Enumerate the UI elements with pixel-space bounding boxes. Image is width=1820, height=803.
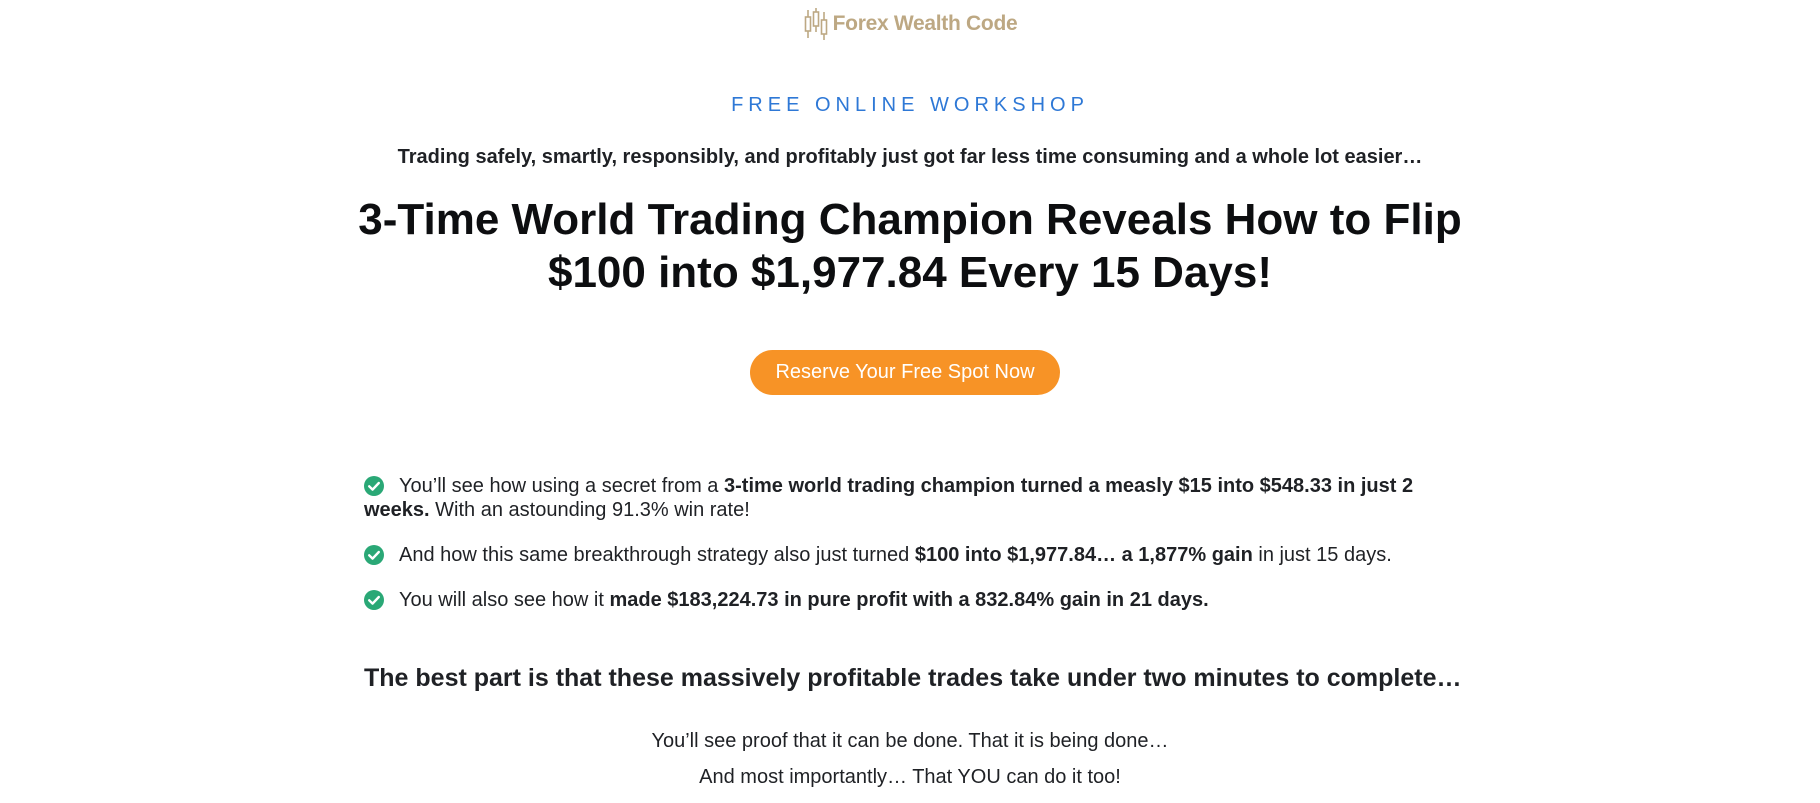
landing-page: Forex Wealth Code FREE ONLINE WORKSHOP T… [0,0,1820,803]
benefit-highlight: made $183,224.73 in pure profit with a 8… [609,589,1209,611]
check-circle-icon [364,545,384,571]
workshop-kicker: FREE ONLINE WORKSHOP [731,94,1089,116]
benefit-highlight: $100 into $1,977.84… a 1,877% gain [914,544,1253,566]
page-headline: 3-Time World Trading Champion Reveals Ho… [340,193,1480,299]
benefit-text: You’ll see how using a secret from a [399,475,724,497]
reserve-spot-button[interactable]: Reserve Your Free Spot Now [750,350,1060,395]
candlestick-logo-icon [803,8,829,40]
benefit-item: You’ll see how using a secret from a 3-t… [364,474,1454,522]
best-part-heading: The best part is that these massively pr… [364,664,1462,692]
check-circle-icon [364,590,384,616]
benefit-text: With an astounding 91.3% win rate! [429,499,750,521]
subheadline: Trading safely, smartly, responsibly, an… [397,146,1423,168]
benefit-text: in just 15 days. [1252,544,1392,566]
benefit-text: And how this same breakthrough strategy … [399,544,915,566]
headline-line-1: 3-Time World Trading Champion Reveals Ho… [358,195,1462,244]
check-circle-icon [364,476,384,502]
proof-line-1: You’ll see proof that it can be done. Th… [651,730,1169,752]
benefit-list: You’ll see how using a secret from a 3-t… [364,474,1454,633]
brand-name: Forex Wealth Code [832,12,1018,35]
brand-logo[interactable]: Forex Wealth Code [0,8,1820,40]
proof-line-2: And most importantly… That YOU can do it… [699,766,1121,788]
headline-line-2: $100 into $1,977.84 Every 15 Days! [547,248,1273,297]
benefit-item: And how this same breakthrough strategy … [364,543,1454,567]
benefit-item: You will also see how it made $183,224.7… [364,588,1454,612]
benefit-text: You will also see how it [399,589,610,611]
